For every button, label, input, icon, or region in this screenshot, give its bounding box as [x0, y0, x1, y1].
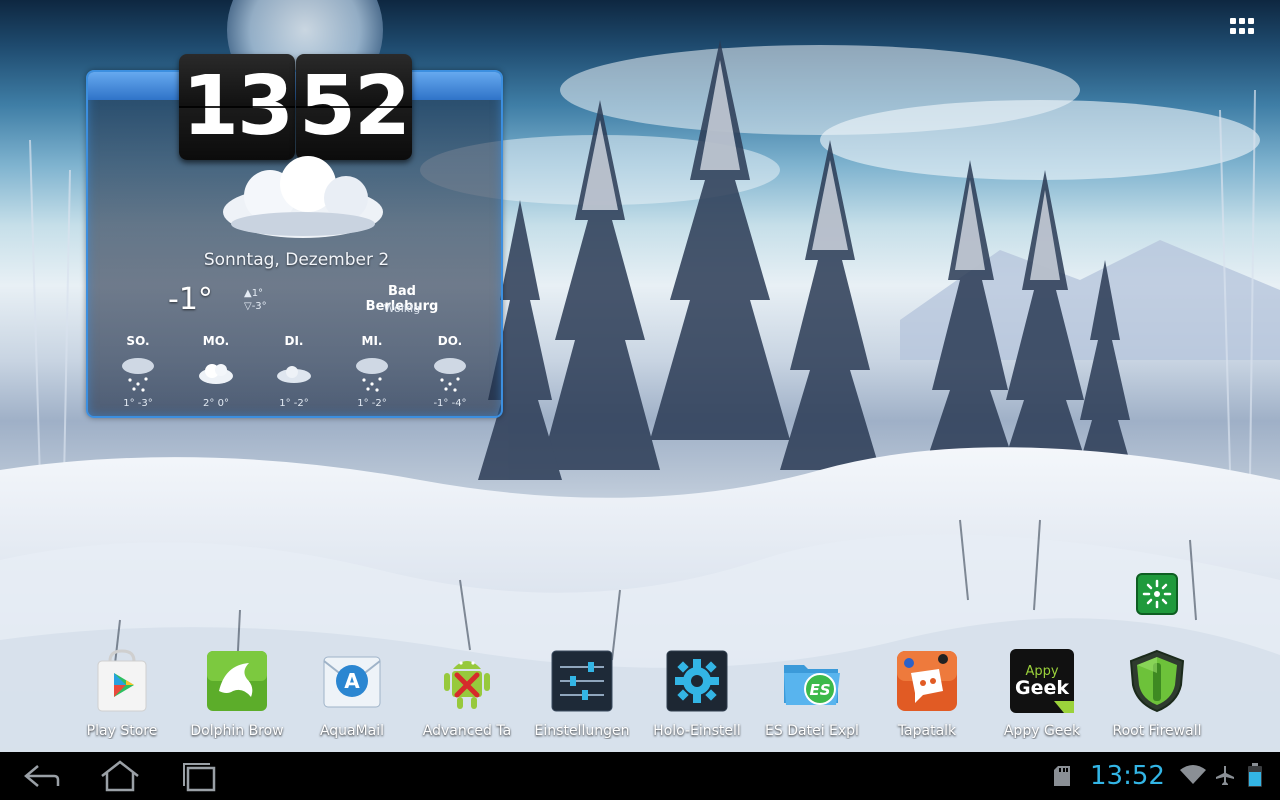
forecast-day: SO. 1° -3° [108, 334, 168, 409]
app-label: Holo-Einstell [653, 723, 741, 739]
es-file-explorer-icon: ES [784, 665, 840, 705]
app-label: ES Datei Expl [765, 723, 859, 739]
app-holo-einstellungen[interactable]: Holo-Einstell [647, 647, 747, 739]
root-firewall-icon [1129, 649, 1185, 713]
app-label: Tapatalk [897, 723, 957, 739]
app-play-store[interactable]: Play Store [72, 647, 172, 739]
cloud-icon [277, 366, 311, 383]
app-einstellungen[interactable]: Einstellungen [532, 647, 632, 739]
snow-icon [122, 358, 154, 392]
cloud-icon [199, 364, 233, 384]
forecast-range: -1° -4° [433, 398, 467, 409]
app-label: Appy Geek [1003, 723, 1081, 739]
system-navigation-bar: 13:52 [0, 752, 1280, 800]
high-temp: ▲1° [244, 288, 264, 299]
app-label: AquaMail [319, 723, 385, 739]
forecast-range: 2° 0° [203, 398, 229, 409]
sd-card-icon [1054, 766, 1070, 786]
grid-dot [1248, 18, 1254, 24]
forecast-day: DO. -1° -4° [420, 334, 480, 409]
forecast-range: 1° -3° [123, 398, 153, 409]
forecast-day-name: SO. [126, 334, 150, 348]
recent-apps-icon [183, 763, 216, 792]
app-tapatalk[interactable]: Tapatalk [877, 647, 977, 739]
app-aquamail[interactable]: A AquaMail [302, 647, 402, 739]
home-button[interactable] [90, 760, 150, 792]
grid-dot [1239, 28, 1245, 34]
aquamail-icon: A [323, 656, 381, 708]
app-label: Einstellungen [534, 723, 630, 739]
snow-icon [356, 358, 388, 392]
clock-minutes: 52 [296, 54, 412, 160]
weather-date: Sonntag, Dezember 2 [203, 250, 390, 270]
app-label: Root Firewall [1112, 723, 1202, 739]
app-label: Dolphin Brow [190, 723, 284, 739]
forecast-day-name: DO. [437, 334, 463, 348]
forecast-range: 1° -2° [279, 398, 309, 409]
forecast-day-name: MO. [202, 334, 230, 348]
holo-gear-icon [666, 650, 728, 712]
back-arrow-icon [24, 765, 60, 787]
current-temperature: -1° [168, 282, 213, 317]
svg-text:ES: ES [809, 681, 830, 699]
home-icon [101, 760, 139, 792]
recent-apps-button[interactable] [170, 760, 230, 792]
svg-text:A: A [344, 669, 360, 693]
snow-icon [434, 358, 466, 392]
grid-dot [1230, 18, 1236, 24]
back-button[interactable] [10, 760, 70, 792]
app-dolphin-browser[interactable]: Dolphin Brow [187, 647, 287, 739]
forecast-day: MI. 1° -2° [342, 334, 402, 409]
high-low-temperature: ▲1° ▽-3° [244, 287, 267, 313]
all-apps-button[interactable] [1230, 18, 1258, 38]
app-label: Advanced Ta [422, 723, 512, 739]
grid-dot [1248, 28, 1254, 34]
dolphin-icon [207, 651, 267, 711]
wifi-icon [1180, 765, 1206, 784]
forecast-day: MO. 2° 0° [186, 334, 246, 409]
clock-hours: 13 [179, 54, 295, 160]
forecast-range: 1° -2° [357, 398, 387, 409]
svg-text:Geek: Geek [1015, 677, 1069, 699]
status-clock: 13:52 [1090, 761, 1165, 791]
weather-condition: Wolkig [383, 302, 421, 315]
android-task-killer-icon [444, 661, 490, 709]
play-store-icon [97, 649, 147, 712]
app-appy-geek[interactable]: Appy Geek Appy Geek [992, 647, 1092, 739]
forecast-day: DI. 1° -2° [264, 334, 324, 409]
app-es-datei-explorer[interactable]: ES ES Datei Expl [762, 647, 862, 739]
app-label: Play Store [86, 723, 158, 739]
grid-dot [1230, 28, 1236, 34]
tapatalk-icon [897, 651, 957, 711]
battery-icon [1248, 763, 1262, 787]
appy-geek-icon: Appy Geek [1010, 649, 1074, 713]
green-spark-app-icon [1136, 573, 1178, 615]
app-root-firewall[interactable]: Root Firewall [1107, 647, 1207, 739]
app-shortcut-green[interactable] [1136, 573, 1178, 615]
grid-dot [1239, 18, 1245, 24]
forecast-day-name: MI. [361, 334, 383, 348]
weather-clock-widget[interactable]: 13 52 Sonntag, Dezember 2 -1° ▲1° ▽-3° B… [86, 54, 503, 418]
app-advanced-task-killer[interactable]: Advanced Ta [417, 647, 517, 739]
settings-sliders-icon [551, 650, 613, 712]
airplane-icon [1216, 766, 1234, 785]
low-temp: ▽-3° [244, 301, 267, 312]
cloud-icon [223, 156, 383, 238]
forecast-day-name: DI. [284, 334, 304, 348]
